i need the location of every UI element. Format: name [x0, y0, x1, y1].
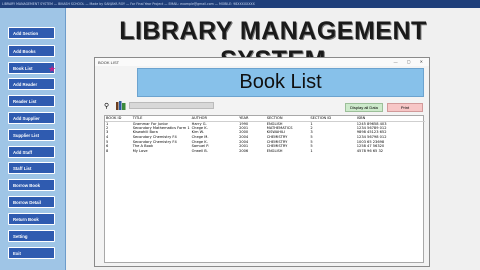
- books-icon: [116, 101, 126, 110]
- book-table[interactable]: BOOK ID TITLE AUTHOR YEAR SECTION SECTIO…: [104, 115, 425, 263]
- table-cell: Secondary Mathematics Form 1: [132, 125, 190, 130]
- sidebar-item-staff-list[interactable]: Staff List: [8, 162, 55, 174]
- sidebar-item-add-supplier[interactable]: Add Supplier: [8, 112, 55, 124]
- sidebar-item-add-books[interactable]: Add Books: [8, 45, 55, 57]
- window-title: BOOK LIST: [95, 58, 429, 66]
- table-cell: 1: [310, 148, 313, 153]
- sidebar: Add Section Add Books Book List Add Read…: [0, 8, 66, 270]
- table-cell: ENGLISH: [266, 148, 283, 153]
- sidebar-item-exit[interactable]: Exit: [8, 247, 55, 259]
- sidebar-item-add-reader[interactable]: Add Reader: [8, 78, 55, 90]
- title-bar: LIBRARY MANAGEMENT SYSTEM — BIKASH SCHOO…: [0, 0, 480, 8]
- table-cell: 2006: [239, 148, 249, 153]
- table-cell: 4578 96 65 32: [356, 148, 384, 153]
- table-cell: Orwell B.: [191, 148, 208, 153]
- window-controls[interactable]: — ▢ ✕: [394, 59, 427, 64]
- magnifier-icon: ⚲: [104, 103, 110, 110]
- table-cell: My Love: [132, 148, 148, 153]
- sidebar-item-add-staff[interactable]: Add Staff: [8, 146, 55, 158]
- title-bar-text: LIBRARY MANAGEMENT SYSTEM — BIKASH SCHOO…: [2, 2, 255, 6]
- sidebar-item-borrow-detail[interactable]: Borrow Detail: [8, 196, 55, 208]
- table-row[interactable]: 8 My Love Orwell B. 2006 ENGLISH 1 4578 …: [105, 149, 425, 154]
- sidebar-item-borrow-book[interactable]: Borrow Book: [8, 179, 55, 191]
- sidebar-item-reader-list[interactable]: Reader List: [8, 95, 55, 107]
- book-list-window: BOOK LIST — ▢ ✕ Book List ⚲ Display all …: [94, 57, 430, 267]
- page-title: Book List: [137, 68, 424, 97]
- search-input[interactable]: [129, 102, 214, 109]
- sidebar-item-add-section[interactable]: Add Section: [8, 27, 55, 39]
- print-button[interactable]: Print: [387, 103, 423, 112]
- star-icon: ★: [48, 64, 57, 74]
- sidebar-item-supplier-list[interactable]: Supplier List: [8, 129, 55, 141]
- display-all-button[interactable]: Display all Data: [345, 103, 383, 112]
- sidebar-item-return-book[interactable]: Return Book: [8, 213, 55, 225]
- sidebar-item-setting[interactable]: Setting: [8, 230, 55, 242]
- table-cell: 8: [106, 148, 109, 153]
